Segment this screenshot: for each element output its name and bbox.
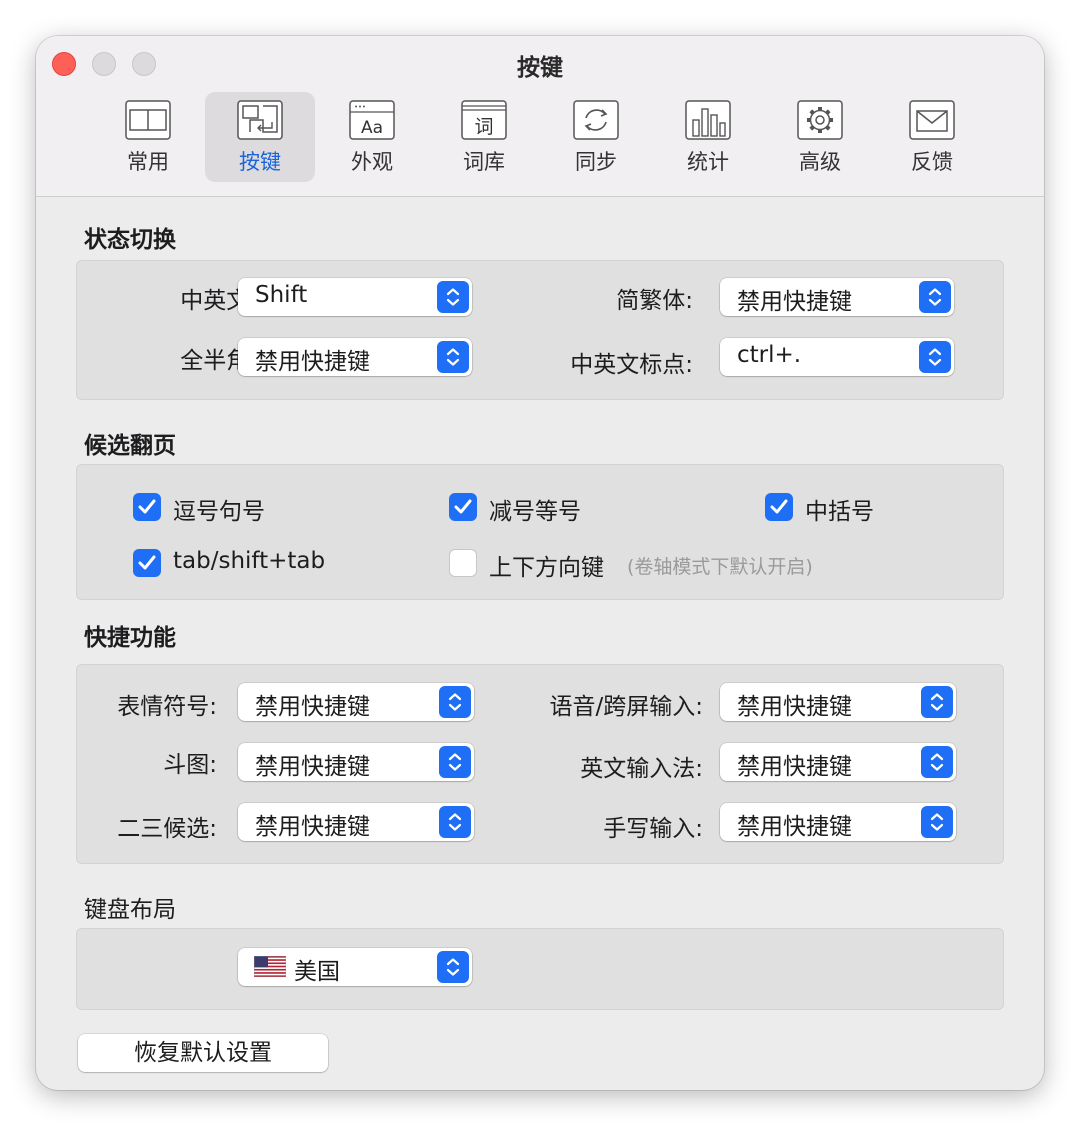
tab-appearance[interactable]: Aa 外观 — [317, 92, 427, 182]
section-title-state-switch: 状态切换 — [84, 227, 176, 253]
select-value: 禁用快捷键 — [255, 349, 370, 375]
chevron-updown-icon — [437, 341, 469, 373]
gear-icon — [797, 100, 843, 140]
select-value: Shift — [255, 282, 308, 308]
doutu-select[interactable]: 禁用快捷键 — [238, 743, 474, 781]
chevron-updown-icon — [919, 341, 951, 373]
tab-label: 常用 — [127, 150, 169, 174]
tab-dictionary[interactable]: 词 词库 — [429, 92, 539, 182]
window-title: 按键 — [517, 55, 563, 81]
select-value: 禁用快捷键 — [737, 814, 852, 840]
tab-keys[interactable]: 按键 — [205, 92, 315, 182]
cn-en-select[interactable]: Shift — [238, 278, 472, 316]
tab-label: 反馈 — [911, 150, 953, 174]
tab-label: 同步 — [575, 150, 617, 174]
select-value: 禁用快捷键 — [255, 814, 370, 840]
second-third-label: 二三候选: — [117, 816, 217, 842]
chevron-updown-icon — [921, 686, 953, 718]
shortcuts-group: 表情符号: 禁用快捷键 语音/跨屏输入: 禁用快捷键 斗图: 禁用快捷键 英文输… — [76, 664, 1004, 864]
chevron-updown-icon — [921, 806, 953, 838]
voice-label: 语音/跨屏输入: — [549, 694, 704, 720]
select-value: 禁用快捷键 — [737, 694, 852, 720]
second-third-select[interactable]: 禁用快捷键 — [238, 803, 474, 841]
select-value: 禁用快捷键 — [255, 694, 370, 720]
chevron-updown-icon — [919, 281, 951, 313]
chevron-updown-icon — [439, 806, 471, 838]
title-bar: 按键 常用 按键 Aa 外观 词 词库 同步 统计 高级 反馈 — [36, 36, 1044, 197]
checkmark-icon — [138, 555, 156, 570]
checkmark-icon — [770, 499, 788, 514]
minus-equal-label: 减号等号 — [489, 499, 581, 525]
tab-sync[interactable]: 同步 — [541, 92, 651, 182]
keyboard-layout-select[interactable]: 美国 — [238, 948, 472, 986]
handwriting-select[interactable]: 禁用快捷键 — [720, 803, 956, 841]
tab-shift-tab-checkbox[interactable] — [133, 549, 161, 577]
punctuation-select[interactable]: ctrl+. — [720, 338, 954, 376]
tab-label: 按键 — [239, 150, 281, 174]
keys-icon — [237, 100, 283, 140]
select-value: 禁用快捷键 — [737, 289, 852, 315]
chevron-updown-icon — [437, 951, 469, 983]
arrow-keys-hint: (卷轴模式下默认开启) — [627, 556, 813, 578]
english-ime-select[interactable]: 禁用快捷键 — [720, 743, 956, 781]
chevron-updown-icon — [439, 746, 471, 778]
section-title-keyboard-layout: 键盘布局 — [84, 897, 176, 923]
svg-text:词: 词 — [474, 116, 493, 138]
tab-feedback[interactable]: 反馈 — [877, 92, 987, 182]
section-title-shortcuts: 快捷功能 — [84, 625, 176, 651]
brackets-checkbox[interactable] — [765, 493, 793, 521]
tab-general[interactable]: 常用 — [93, 92, 203, 182]
restore-defaults-button[interactable]: 恢复默认设置 — [78, 1034, 328, 1072]
paging-group: 逗号句号 减号等号 中括号 tab/shift+tab 上下方向键 (卷轴模式下… — [76, 464, 1004, 600]
comma-period-label: 逗号句号 — [173, 499, 265, 525]
tab-label: 外观 — [351, 150, 393, 174]
simp-trad-select[interactable]: 禁用快捷键 — [720, 278, 954, 316]
voice-select[interactable]: 禁用快捷键 — [720, 683, 956, 721]
tab-label: 词库 — [463, 150, 505, 174]
arrow-keys-checkbox[interactable] — [449, 549, 477, 577]
us-flag-icon — [254, 956, 286, 977]
full-half-select[interactable]: 禁用快捷键 — [238, 338, 472, 376]
doutu-label: 斗图: — [163, 752, 217, 778]
emoji-select[interactable]: 禁用快捷键 — [238, 683, 474, 721]
select-value: 美国 — [294, 959, 340, 985]
state-switch-group: 中英文: Shift 简繁体: 禁用快捷键 全半角: 禁用快捷键 中英文标点: … — [76, 260, 1004, 400]
preferences-window: 按键 常用 按键 Aa 外观 词 词库 同步 统计 高级 反馈 状态切换 中英文… — [36, 36, 1044, 1090]
svg-text:Aa: Aa — [361, 118, 383, 138]
general-icon — [125, 100, 171, 140]
sync-icon — [573, 100, 619, 140]
brackets-label: 中括号 — [805, 499, 874, 525]
comma-period-checkbox[interactable] — [133, 493, 161, 521]
tab-label: 统计 — [687, 150, 729, 174]
section-title-paging: 候选翻页 — [84, 433, 176, 459]
keyboard-layout-group: 美国 — [76, 928, 1004, 1010]
tab-label: 高级 — [799, 150, 841, 174]
chevron-updown-icon — [437, 281, 469, 313]
appearance-icon: Aa — [349, 100, 395, 140]
checkmark-icon — [454, 499, 472, 514]
statistics-icon — [685, 100, 731, 140]
tab-shift-tab-label: tab/shift+tab — [173, 548, 326, 574]
checkmark-icon — [138, 499, 156, 514]
tab-statistics[interactable]: 统计 — [653, 92, 763, 182]
select-value: 禁用快捷键 — [255, 754, 370, 780]
minus-equal-checkbox[interactable] — [449, 493, 477, 521]
english-ime-label: 英文输入法: — [580, 756, 703, 782]
mail-icon — [909, 100, 955, 140]
simp-trad-label: 简繁体: — [616, 288, 693, 314]
select-value: 禁用快捷键 — [737, 754, 852, 780]
dictionary-icon: 词 — [461, 100, 507, 140]
chevron-updown-icon — [921, 746, 953, 778]
chevron-updown-icon — [439, 686, 471, 718]
emoji-label: 表情符号: — [117, 694, 217, 720]
arrow-keys-label: 上下方向键 — [489, 555, 604, 581]
handwriting-label: 手写输入: — [603, 816, 703, 842]
select-value: ctrl+. — [737, 342, 802, 368]
punctuation-label: 中英文标点: — [570, 352, 693, 378]
tab-advanced[interactable]: 高级 — [765, 92, 875, 182]
